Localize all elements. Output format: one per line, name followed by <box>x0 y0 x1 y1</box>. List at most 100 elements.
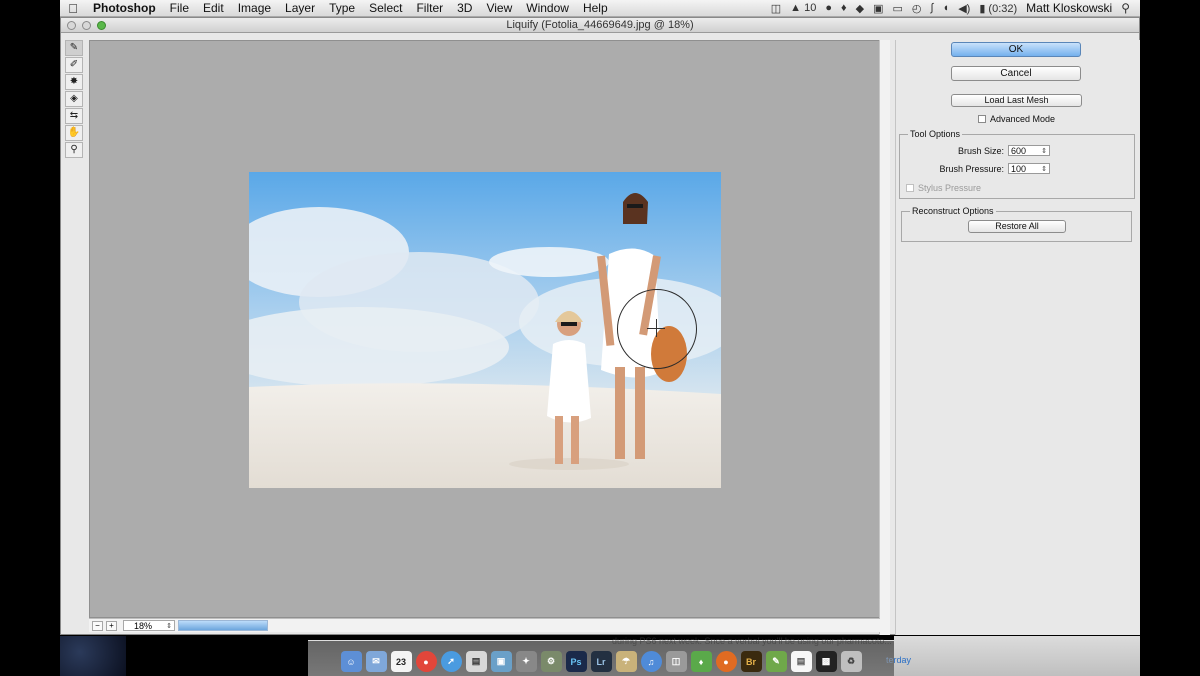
adobe-count: 10 <box>804 2 817 14</box>
display-icon[interactable]: ▭ <box>893 2 903 15</box>
forward-warp-tool-icon[interactable]: ✎ <box>65 40 83 56</box>
pucker-tool-icon[interactable]: ✸ <box>65 74 83 90</box>
iphoto-icon[interactable]: ▣ <box>490 651 512 672</box>
brush-size-field[interactable]: 600 ⇕ <box>1008 145 1050 156</box>
reconstruct-tool-icon[interactable]: ✐ <box>65 57 83 73</box>
brush-pressure-label: Brush Pressure: <box>939 163 1004 174</box>
status-area: ◫ ▲ 10 ● ♦ ◆ ▣ ▭ ◴ ∫ ◖ ◀) ▮ (0:32) Matt … <box>771 1 1140 15</box>
stylus-pressure-label: Stylus Pressure <box>918 183 982 193</box>
user-name[interactable]: Matt Kloskowski <box>1026 1 1112 15</box>
menu-image[interactable]: Image <box>231 0 278 17</box>
brush-size-label: Brush Size: <box>957 145 1004 156</box>
menu-help[interactable]: Help <box>576 0 615 17</box>
ok-button[interactable]: OK <box>951 42 1081 57</box>
wifi-icon[interactable]: ◖ <box>943 2 950 14</box>
preview-icon[interactable]: ▤ <box>465 651 487 672</box>
spotlight-search-icon[interactable]: ⚲ <box>1121 1 1130 15</box>
vertical-scrollbar[interactable] <box>879 40 890 635</box>
firefox-icon[interactable]: ● <box>715 651 737 672</box>
zoom-in-button[interactable]: + <box>106 620 117 631</box>
menu-select[interactable]: Select <box>362 0 409 17</box>
zoom-button[interactable] <box>97 21 106 30</box>
evernote-dock-icon[interactable]: ♦ <box>690 651 712 672</box>
calendar-icon[interactable]: 23 <box>390 651 412 672</box>
lightroom-icon[interactable]: Lr <box>590 651 612 672</box>
adobe-icon[interactable]: ▲ 10 <box>790 2 816 14</box>
tool-options-title: Tool Options <box>908 129 963 139</box>
progress-bar <box>178 620 268 631</box>
mail-icon[interactable]: ✉ <box>365 651 387 672</box>
evernote-icon[interactable]: ♦ <box>841 2 847 14</box>
battery-icon[interactable]: ▮ (0:32) <box>979 2 1017 15</box>
trash-icon[interactable]: ♻ <box>840 651 862 672</box>
zoom-out-button[interactable]: − <box>92 620 103 631</box>
menu-filter[interactable]: Filter <box>409 0 450 17</box>
utility-icon[interactable]: ⚙ <box>540 651 562 672</box>
preview-canvas[interactable] <box>89 40 890 618</box>
brush-crosshair-vertical <box>656 319 657 337</box>
iphoto-library-icon[interactable]: ☂ <box>615 651 637 672</box>
cancel-button[interactable]: Cancel <box>951 66 1081 81</box>
brush-pressure-stepper-icon[interactable]: ⇕ <box>1041 165 1047 173</box>
capture-icon[interactable]: ◫ <box>665 651 687 672</box>
brush-size-stepper-icon[interactable]: ⇕ <box>1041 147 1047 155</box>
background-window <box>894 636 1140 676</box>
reconstruct-options-group: Reconstruct Options Restore All <box>901 206 1132 242</box>
dropbox-icon[interactable]: ◆ <box>856 2 864 15</box>
camera-icon[interactable]: ◫ <box>771 2 781 15</box>
apple-menu-icon[interactable]:  <box>60 0 86 17</box>
document-icon[interactable]: ▤ <box>790 651 812 672</box>
advanced-mode-option: Advanced Mode <box>978 114 1055 124</box>
launchpad-icon[interactable]: ✦ <box>515 651 537 672</box>
time-machine-icon[interactable]: ◴ <box>912 2 922 15</box>
terminal-icon[interactable]: ▩ <box>815 651 837 672</box>
menu-bar:  Photoshop File Edit Image Layer Type S… <box>60 0 1140 17</box>
screen:  Photoshop File Edit Image Layer Type S… <box>0 0 1200 676</box>
menu-3d[interactable]: 3D <box>450 0 479 17</box>
brush-size-value: 600 <box>1011 145 1027 156</box>
menu-type[interactable]: Type <box>322 0 362 17</box>
zoom-bar: − + 18% ⇕ <box>89 618 880 632</box>
minimize-button[interactable] <box>82 21 91 30</box>
bluetooth-icon[interactable]: ∫ <box>931 2 934 14</box>
menu-layer[interactable]: Layer <box>278 0 322 17</box>
zoom-level-select[interactable]: 18% ⇕ <box>123 620 175 631</box>
photoshop-icon[interactable]: Ps <box>565 651 587 672</box>
window-title: Liquify (Fotolia_44669649.jpg @ 18%) <box>506 19 694 31</box>
brush-pressure-field[interactable]: 100 ⇕ <box>1008 163 1050 174</box>
menu-file[interactable]: File <box>163 0 196 17</box>
tool-options-group: Tool Options Brush Size: 600 ⇕ Brush Pre… <box>899 129 1135 199</box>
menu-window[interactable]: Window <box>519 0 576 17</box>
restore-all-button[interactable]: Restore All <box>968 220 1066 233</box>
close-button[interactable] <box>67 21 76 30</box>
bloat-tool-icon[interactable]: ◈ <box>65 91 83 107</box>
itunes-icon[interactable]: ♫ <box>640 651 662 672</box>
brush-cursor <box>617 289 697 369</box>
finder-icon[interactable]: ☺ <box>340 651 362 672</box>
pencil-app-icon[interactable]: ✎ <box>765 651 787 672</box>
menu-edit[interactable]: Edit <box>196 0 231 17</box>
zoom-stepper-icon[interactable]: ⇕ <box>166 622 172 630</box>
push-left-tool-icon[interactable]: ⇆ <box>65 108 83 124</box>
zoom-level-value: 18% <box>134 620 153 631</box>
calendar-day: 23 <box>395 656 406 667</box>
bridge-icon[interactable]: Br <box>740 651 762 672</box>
brush-size-row: Brush Size: 600 ⇕ <box>958 145 1050 156</box>
chrome-icon[interactable]: ● <box>415 651 437 672</box>
desktop-wallpaper <box>60 636 126 676</box>
menu-app-name[interactable]: Photoshop <box>86 0 163 17</box>
screen-icon[interactable]: ▣ <box>873 2 883 15</box>
load-last-mesh-button[interactable]: Load Last Mesh <box>951 94 1082 107</box>
brush-pressure-row: Brush Pressure: 100 ⇕ <box>939 163 1050 174</box>
safari-icon[interactable]: ➚ <box>440 651 462 672</box>
globe-icon[interactable]: ● <box>825 2 832 14</box>
menu-view[interactable]: View <box>479 0 519 17</box>
advanced-mode-label[interactable]: Advanced Mode <box>990 114 1055 124</box>
brush-pressure-value: 100 <box>1011 163 1027 174</box>
advanced-mode-checkbox[interactable] <box>978 115 986 123</box>
volume-icon[interactable]: ◀) <box>958 2 970 15</box>
hand-tool-icon[interactable]: ✋ <box>65 125 83 141</box>
stylus-pressure-checkbox <box>906 184 914 192</box>
liquify-toolbar: ✎ ✐ ✸ ◈ ⇆ ✋ ⚲ <box>65 40 85 159</box>
zoom-tool-icon[interactable]: ⚲ <box>65 142 83 158</box>
